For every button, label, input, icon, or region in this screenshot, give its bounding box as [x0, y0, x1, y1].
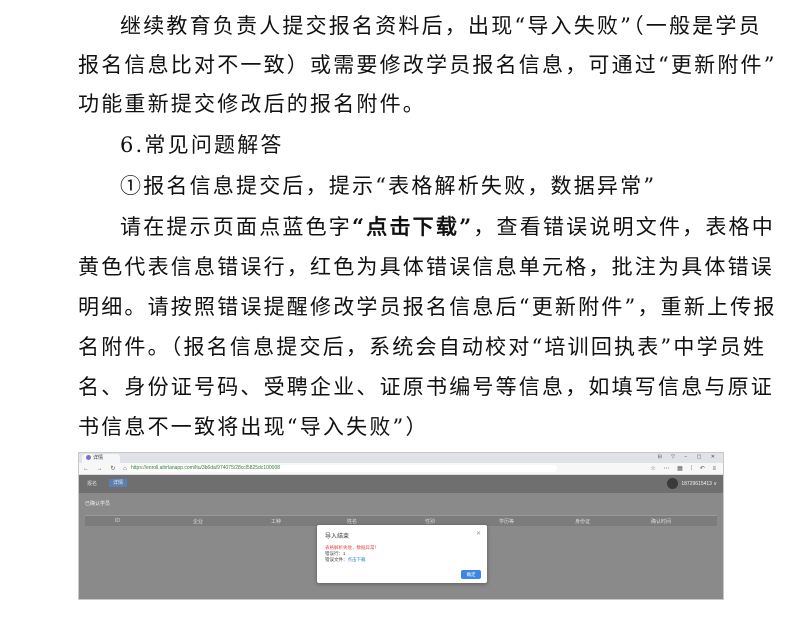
- browser-tab-bar: 详情 ⊟ ▽ − ▢ ✕: [79, 453, 723, 463]
- tab-title: 详情: [93, 455, 104, 461]
- p2-l1-pre: 请在提示页面点蓝色字: [120, 215, 352, 239]
- column-header: 身份证: [575, 519, 591, 525]
- paragraph2-line3: 明细。请按照错误提醒修改学员报名信息后“更新附件”，重新上传报: [78, 295, 777, 319]
- import-result-dialog: 导入结束 ✕ 表格解析失败，数据异常！ 错误行：1 错误文件：点击下载 确定: [317, 525, 487, 583]
- paragraph1-line3: 功能重新提交修改后的报名附件。: [78, 92, 426, 116]
- address-bar: ← → ↻ ⌂ https://enroll.aihrlanapp.com/lt…: [79, 463, 723, 475]
- download-link[interactable]: 点击下载: [348, 557, 366, 562]
- paragraph1-line1: 继续教育负责人提交报名资料后，出现“导入失败”（一般是学员: [120, 14, 762, 38]
- column-header: ID: [115, 518, 120, 524]
- error-file-label: 错误文件：: [325, 557, 348, 562]
- column-header: 确认时间: [651, 519, 672, 525]
- p2-l1-post: ，查看错误说明文件，表格中: [473, 215, 775, 239]
- paragraph2-line5: 名、身份证号码、受聘企业、证原书编号等信息，如填写信息与原证: [78, 375, 774, 399]
- embedded-screenshot: 详情 ⊟ ▽ − ▢ ✕ ← → ↻ ⌂ https://enroll.aihr…: [78, 452, 724, 600]
- p2-l1-bold: “点击下载”: [352, 214, 474, 239]
- app-header: 报名 详情 18729615413 ∨: [79, 475, 723, 493]
- paragraph2-line1: 请在提示页面点蓝色字“点击下载”，查看错误说明文件，表格中: [120, 213, 775, 241]
- user-name: 18729615413 ∨: [681, 480, 717, 487]
- question-heading: ①报名信息提交后，提示“表格解析失败，数据异常”: [120, 174, 657, 198]
- section-title: 已确认学员: [85, 501, 111, 507]
- paragraph2-line6: 书信息不一致将出现“导入失败”）: [78, 415, 429, 439]
- error-file-row: 错误文件：点击下载: [325, 557, 366, 563]
- url-field[interactable]: https://enroll.aihrlanapp.com/ltu/3b6da/…: [127, 465, 557, 472]
- user-menu[interactable]: 18729615413 ∨: [667, 478, 717, 489]
- confirm-button[interactable]: 确定: [461, 570, 481, 579]
- column-header: 学历等: [499, 519, 515, 525]
- column-header: 企业: [193, 519, 204, 525]
- browser-toolbar-icons[interactable]: ☆ ⋯ ▦ ⁞ ↶ ≡: [650, 465, 719, 472]
- tab-favicon-icon: [86, 455, 91, 461]
- nav-buttons[interactable]: ← → ↻ ⌂: [83, 465, 130, 472]
- browser-tab[interactable]: 详情: [82, 454, 120, 463]
- dialog-title: 导入结束: [325, 534, 350, 540]
- avatar: [667, 478, 679, 489]
- paragraph1-line2: 报名信息比对不一致）或需要修改学员报名信息，可通过“更新附件”: [78, 53, 777, 77]
- close-icon[interactable]: ✕: [476, 530, 481, 537]
- column-header: 工种: [271, 519, 282, 525]
- paragraph2-line2: 黄色代表信息错误行，红色为具体错误信息单元格，批注为具体错误: [78, 255, 774, 279]
- section-heading: 6.常见问题解答: [120, 133, 284, 157]
- app-brand: 报名: [87, 481, 98, 487]
- column-header: 姓名: [347, 519, 358, 525]
- paragraph2-line4: 名附件。（报名信息提交后，系统会自动校对“培训回执表”中学员姓: [78, 335, 767, 359]
- app-crumb-tab[interactable]: 详情: [109, 479, 127, 487]
- window-controls[interactable]: ⊟ ▽ − ▢ ✕: [658, 454, 719, 460]
- column-header: 性别: [425, 519, 436, 525]
